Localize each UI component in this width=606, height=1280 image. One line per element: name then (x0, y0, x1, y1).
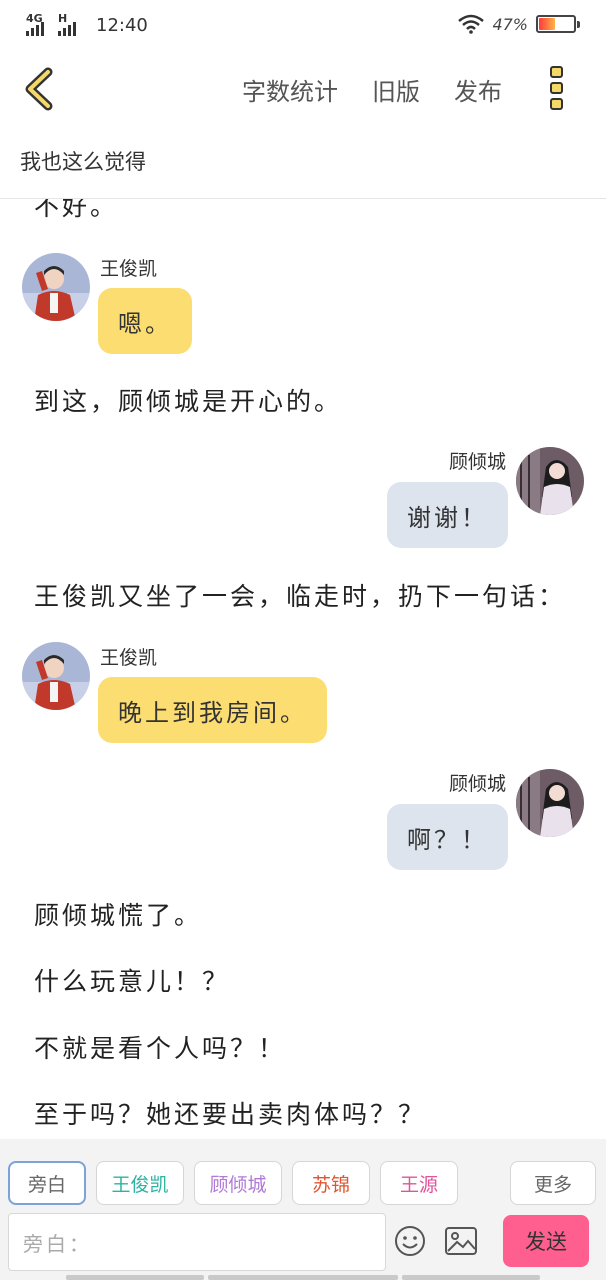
chat-bubble[interactable]: 晚上到我房间。 (98, 677, 327, 743)
clock: 12:40 (96, 14, 148, 36)
publish-button[interactable]: 发布 (454, 72, 502, 107)
story-content: 不好。 王俊凯 嗯。 到这，顾倾城是开心的。 顾倾城 谢谢！ 王俊凯又坐了一会，… (0, 199, 606, 1139)
back-icon[interactable] (18, 64, 62, 114)
more-roles-button[interactable]: 更多 (510, 1161, 596, 1205)
speaker-name: 王俊凯 (100, 258, 158, 280)
nav-indicator (208, 1275, 398, 1280)
narration: 至于吗？她还要出卖肉体吗？？ (34, 1100, 427, 1129)
nav-indicator (402, 1275, 540, 1280)
speaker-name: 顾倾城 (448, 451, 506, 473)
role-tab-gu-qingcheng[interactable]: 顾倾城 (194, 1161, 282, 1205)
compose-panel: 旁白 王俊凯 顾倾城 苏锦 王源 更多 旁白： 发送 (0, 1139, 606, 1280)
chat-bubble[interactable]: 嗯。 (98, 288, 192, 354)
battery-icon (536, 15, 580, 33)
role-tab-wang-yuan[interactable]: 王源 (380, 1161, 458, 1205)
signal-2-icon: H (58, 12, 84, 36)
wifi-icon (458, 14, 485, 34)
more-menu-icon[interactable] (550, 66, 566, 114)
nav-indicator (66, 1275, 204, 1280)
role-tabs: 旁白 王俊凯 顾倾城 苏锦 王源 (8, 1161, 458, 1205)
role-tab-su-jin[interactable]: 苏锦 (292, 1161, 370, 1205)
avatar[interactable] (516, 447, 584, 515)
role-tab-wang-junkai[interactable]: 王俊凯 (96, 1161, 184, 1205)
avatar[interactable] (22, 642, 90, 710)
signal-1-icon: 4G (26, 12, 52, 36)
narration: 王俊凯又坐了一会，临走时，扔下一句话： (34, 582, 567, 611)
narration: 顾倾城慌了。 (34, 901, 203, 930)
avatar[interactable] (516, 769, 584, 837)
send-button[interactable]: 发送 (503, 1215, 589, 1267)
battery-percent: 47% (492, 14, 528, 34)
message-input[interactable]: 旁白： (8, 1213, 386, 1271)
word-count-button[interactable]: 字数统计 (242, 72, 338, 107)
speaker-name: 王俊凯 (100, 647, 158, 669)
chat-bubble[interactable]: 啊？！ (387, 804, 508, 870)
old-version-button[interactable]: 旧版 (372, 72, 420, 107)
emoji-icon[interactable] (394, 1225, 426, 1257)
role-tab-narrator[interactable]: 旁白 (8, 1161, 86, 1205)
avatar[interactable] (22, 253, 90, 321)
speaker-name: 顾倾城 (448, 773, 506, 795)
narration: 不就是看个人吗？！ (34, 1034, 287, 1063)
image-icon[interactable] (444, 1225, 478, 1257)
narration: 什么玩意儿！？ (34, 967, 231, 996)
top-nav: 字数统计 旧版 发布 (0, 52, 606, 128)
chapter-title: 我也这么觉得 (20, 150, 146, 174)
narration: 不好。 (34, 199, 119, 221)
narration: 到这，顾倾城是开心的。 (34, 387, 343, 416)
status-bar: 4G H 12:40 47% (0, 0, 606, 52)
chat-bubble[interactable]: 谢谢！ (387, 482, 508, 548)
